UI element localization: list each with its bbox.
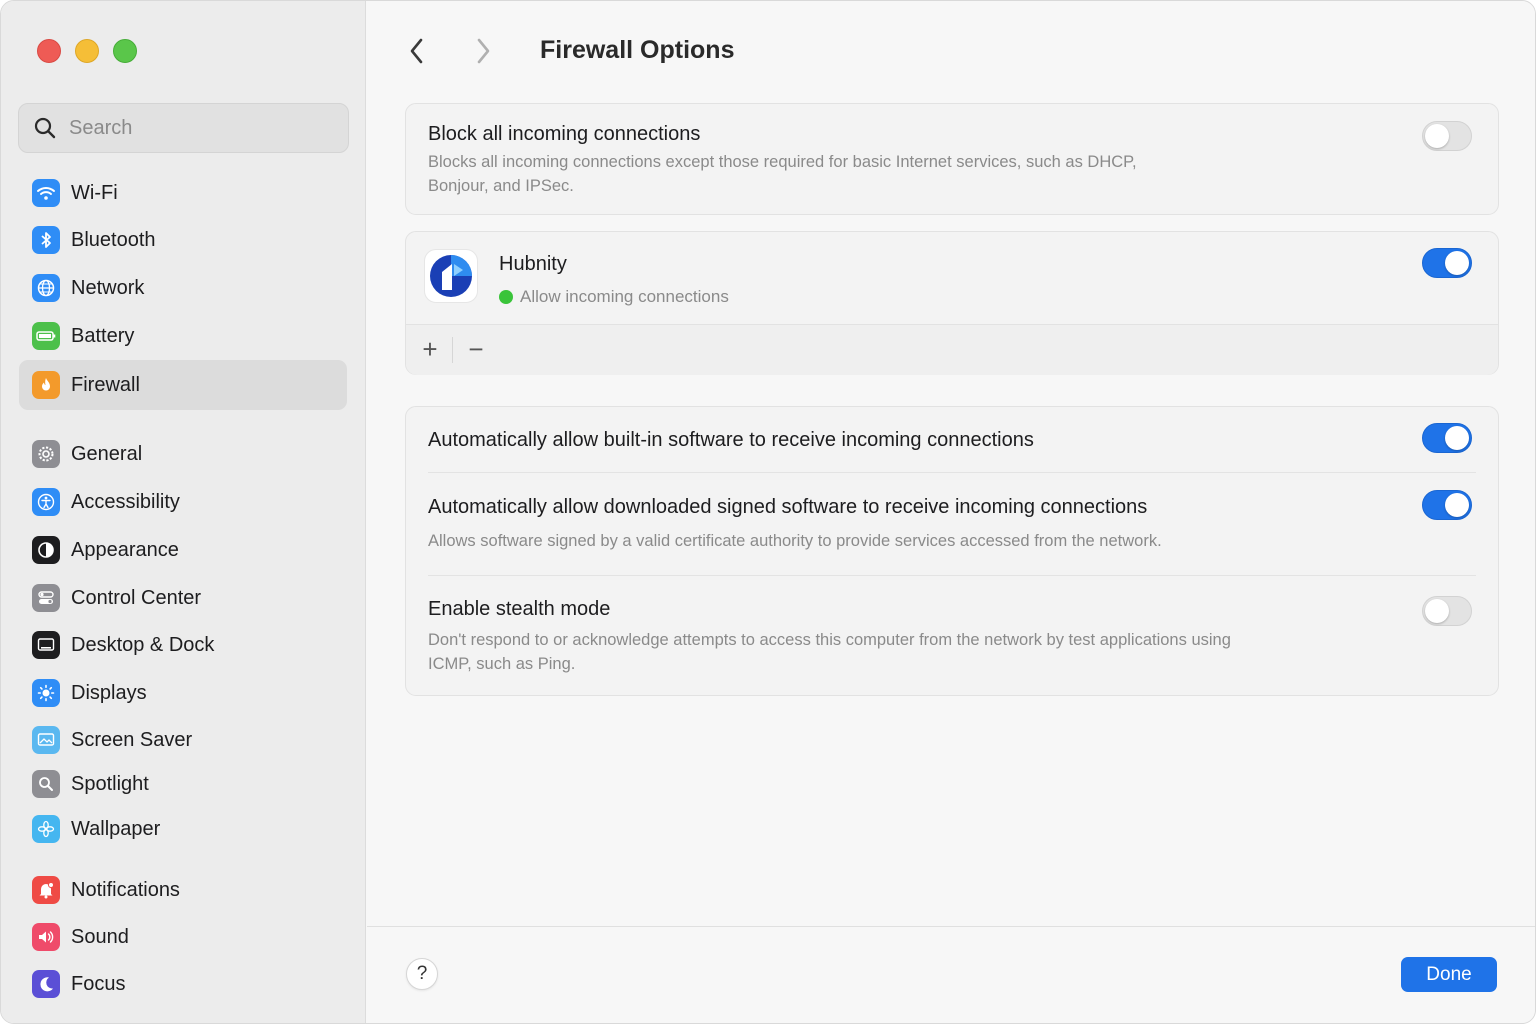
sidebar-item-desktop-dock[interactable]: Desktop & Dock <box>19 622 347 668</box>
app-name: Hubnity <box>499 253 567 275</box>
app-list-card: Hubnity Allow incoming connections + − <box>405 231 1499 375</box>
block-all-title: Block all incoming connections <box>428 123 701 145</box>
appearance-icon <box>32 536 60 564</box>
sidebar-item-label: Displays <box>71 681 147 704</box>
sidebar-item-displays[interactable]: Displays <box>19 670 347 716</box>
settings-window: Wi-Fi Bluetooth Network Battery Firewall <box>0 0 1536 1024</box>
page-title: Firewall Options <box>540 36 735 64</box>
block-all-description-line1: Blocks all incoming connections except t… <box>428 153 1137 171</box>
block-all-card: Block all incoming connections Blocks al… <box>405 103 1499 215</box>
remove-app-button[interactable]: − <box>464 333 488 365</box>
sidebar-item-wallpaper[interactable]: Wallpaper <box>19 806 347 852</box>
close-button[interactable] <box>37 39 61 63</box>
flower-icon <box>32 815 60 843</box>
sidebar-item-focus[interactable]: Focus <box>19 961 347 1007</box>
divider <box>428 575 1476 576</box>
block-all-toggle[interactable] <box>1422 121 1472 151</box>
option-stealth-description-line1: Don't respond to or acknowledge attempts… <box>428 631 1231 649</box>
screen-saver-icon <box>32 726 60 754</box>
main-content: Firewall Options Block all incoming conn… <box>367 1 1535 1023</box>
sidebar-item-battery[interactable]: Battery <box>19 313 347 359</box>
flame-icon <box>32 371 60 399</box>
hubnity-app-icon <box>424 249 478 303</box>
forward-button[interactable] <box>467 35 499 67</box>
sidebar-item-general[interactable]: General <box>19 431 347 477</box>
battery-icon <box>32 322 60 350</box>
sidebar: Wi-Fi Bluetooth Network Battery Firewall <box>1 1 366 1023</box>
sidebar-item-label: Firewall <box>71 373 140 396</box>
control-center-icon <box>32 584 60 612</box>
zoom-button[interactable] <box>113 39 137 63</box>
sidebar-item-label: Accessibility <box>71 490 180 513</box>
moon-icon <box>32 970 60 998</box>
sidebar-item-label: Network <box>71 276 145 299</box>
sidebar-item-label: General <box>71 442 143 465</box>
option-signed-toggle[interactable] <box>1422 490 1472 520</box>
minimize-button[interactable] <box>75 39 99 63</box>
add-app-button[interactable]: + <box>418 333 442 365</box>
bluetooth-icon <box>32 226 60 254</box>
status-dot-icon <box>499 290 513 304</box>
sidebar-item-label: Desktop & Dock <box>71 633 215 656</box>
search-field[interactable] <box>18 103 349 153</box>
sidebar-item-firewall[interactable]: Firewall <box>19 360 347 410</box>
back-button[interactable] <box>401 35 433 67</box>
dock-icon <box>32 631 60 659</box>
sidebar-item-appearance[interactable]: Appearance <box>19 527 347 573</box>
sun-icon <box>32 679 60 707</box>
sidebar-item-label: Screen Saver <box>71 728 193 751</box>
window-controls <box>37 39 137 63</box>
sidebar-item-spotlight[interactable]: Spotlight <box>19 761 347 807</box>
help-button[interactable]: ? <box>406 958 438 990</box>
gear-icon <box>32 440 60 468</box>
sidebar-item-label: Focus <box>71 972 126 995</box>
search-icon <box>34 117 56 139</box>
sidebar-item-label: Sound <box>71 925 129 948</box>
done-button[interactable]: Done <box>1401 957 1497 992</box>
option-signed-description: Allows software signed by a valid certif… <box>428 532 1162 550</box>
option-builtin-toggle[interactable] <box>1422 423 1472 453</box>
sidebar-item-network[interactable]: Network <box>19 265 347 311</box>
chevron-left-icon <box>410 38 423 64</box>
sidebar-item-label: Battery <box>71 324 135 347</box>
speaker-icon <box>32 923 60 951</box>
sidebar-item-label: Spotlight <box>71 772 149 795</box>
divider <box>428 472 1476 473</box>
option-stealth-description-line2: ICMP, such as Ping. <box>428 655 576 673</box>
option-stealth-title: Enable stealth mode <box>428 598 611 620</box>
accessibility-icon <box>32 488 60 516</box>
sidebar-item-control-center[interactable]: Control Center <box>19 575 347 621</box>
sidebar-item-label: Appearance <box>71 538 179 561</box>
magnifier-icon <box>32 770 60 798</box>
list-controls-divider <box>452 337 453 363</box>
sidebar-item-screen-saver[interactable]: Screen Saver <box>19 717 347 763</box>
sidebar-item-notifications[interactable]: Notifications <box>19 867 347 913</box>
sidebar-item-wifi[interactable]: Wi-Fi <box>19 170 347 216</box>
option-stealth-toggle[interactable] <box>1422 596 1472 626</box>
option-signed-title: Automatically allow downloaded signed so… <box>428 496 1148 518</box>
options-card: Automatically allow built-in software to… <box>405 406 1499 696</box>
app-status[interactable]: Allow incoming connections <box>499 285 729 309</box>
bell-icon <box>32 876 60 904</box>
option-builtin-title: Automatically allow built-in software to… <box>428 429 1034 451</box>
sidebar-item-bluetooth[interactable]: Bluetooth <box>19 217 347 263</box>
search-input[interactable] <box>69 116 329 140</box>
wifi-icon <box>32 179 60 207</box>
table-row[interactable]: Hubnity Allow incoming connections <box>406 232 1498 324</box>
app-status-label: Allow incoming connections <box>520 287 729 306</box>
sidebar-item-label: Control Center <box>71 586 202 609</box>
globe-icon <box>32 274 60 302</box>
footer-divider <box>367 926 1535 927</box>
block-all-description-line2: Bonjour, and IPSec. <box>428 177 574 195</box>
sidebar-item-label: Wi-Fi <box>71 181 118 204</box>
list-controls: + − <box>406 324 1498 375</box>
sidebar-item-accessibility[interactable]: Accessibility <box>19 479 347 525</box>
chevron-right-icon <box>477 38 490 64</box>
sidebar-item-label: Notifications <box>71 878 180 901</box>
sidebar-item-sound[interactable]: Sound <box>19 914 347 960</box>
sidebar-item-label: Wallpaper <box>71 817 161 840</box>
app-toggle[interactable] <box>1422 248 1472 278</box>
sidebar-item-label: Bluetooth <box>71 228 156 251</box>
